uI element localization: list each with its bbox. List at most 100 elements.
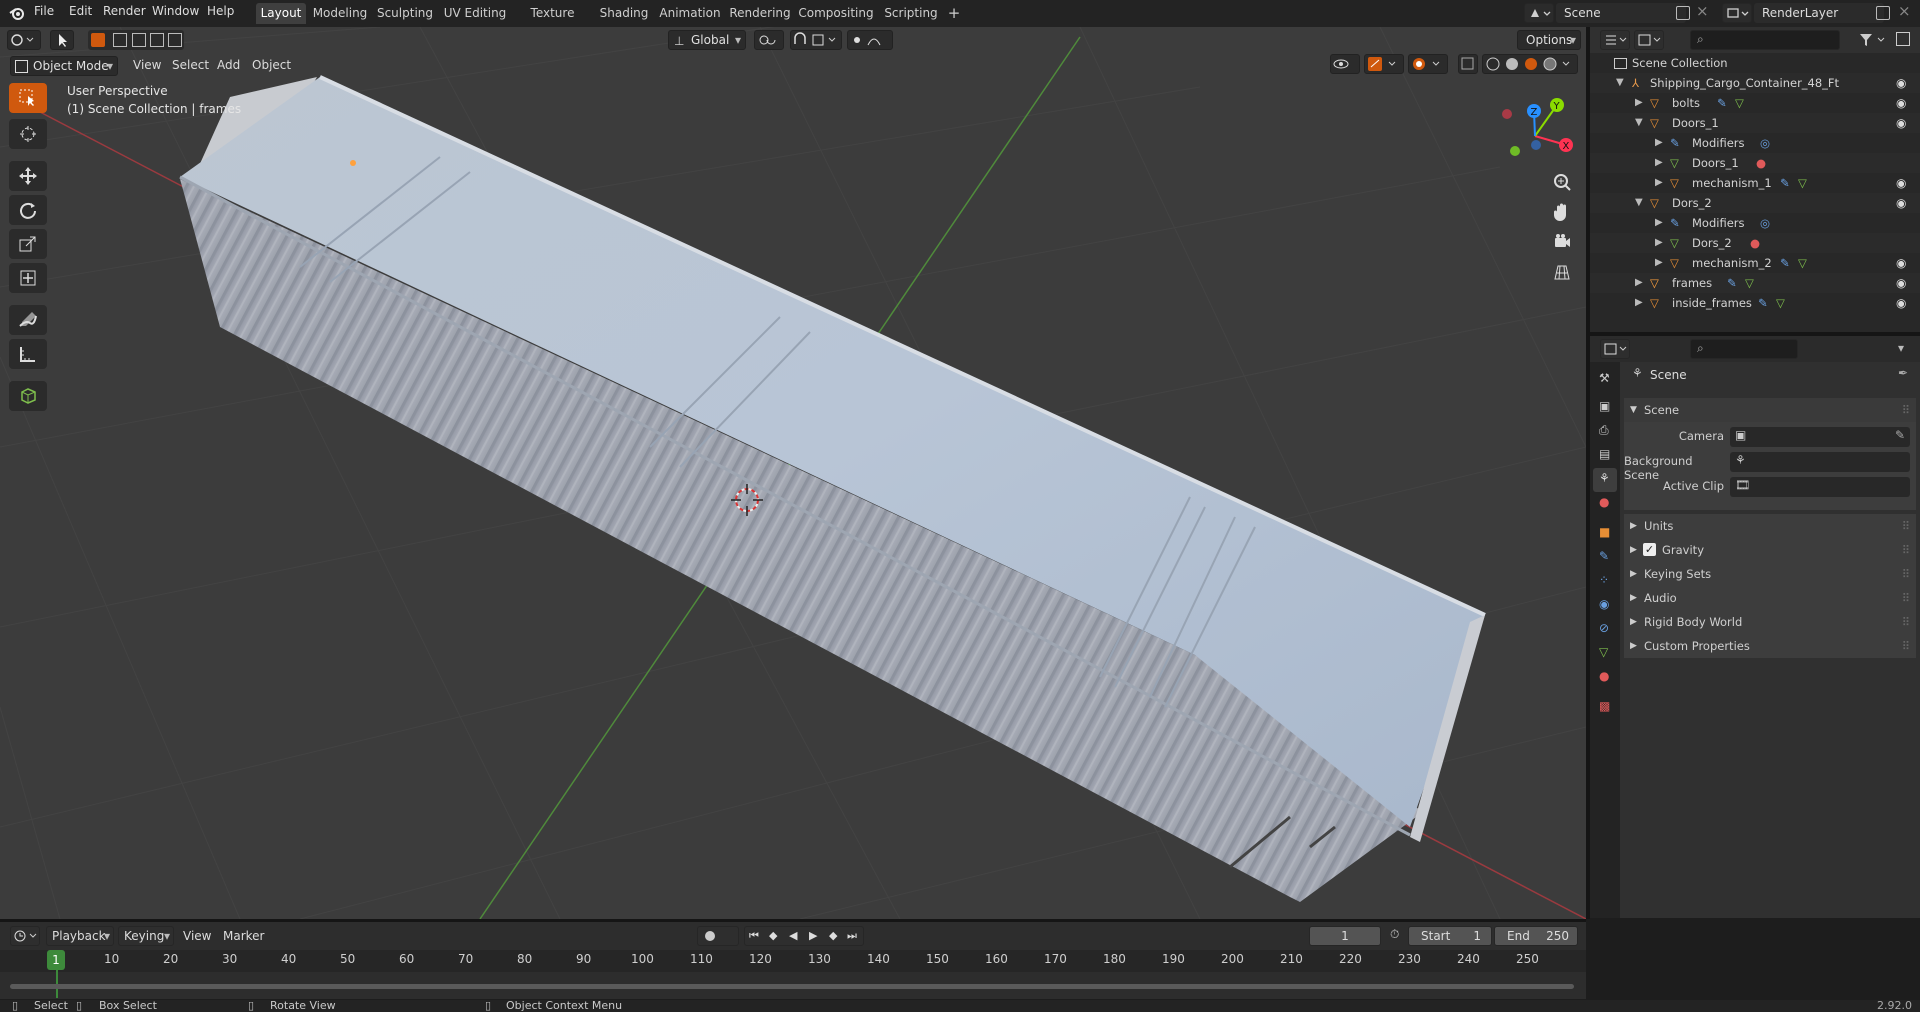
tab-layout[interactable]: Layout	[256, 3, 306, 24]
viewport-menu-select[interactable]: Select	[172, 58, 209, 72]
keying-sets-panel[interactable]: ▶ Keying Sets ⠿	[1624, 562, 1916, 586]
outliner-row-doors-1-mesh[interactable]: ▶ ▽ Doors_1 ●	[1590, 153, 1920, 173]
outliner-row-inside-frames[interactable]: ▶ ▽ inside_frames ✎ ▽	[1590, 293, 1920, 313]
gizmo-toggle[interactable]	[1364, 54, 1404, 74]
tab-particles[interactable]: ⁘	[1593, 570, 1617, 594]
properties-editor-type-button[interactable]	[1600, 339, 1630, 359]
select-tool-mode-icon[interactable]	[50, 30, 74, 50]
overlays-toggle[interactable]	[1408, 54, 1448, 74]
chevron-right-icon[interactable]: ▶	[1655, 233, 1663, 253]
next-keyframe-icon[interactable]: ◆	[829, 927, 837, 945]
tab-render[interactable]: ▣	[1593, 396, 1617, 420]
drag-handle-icon[interactable]: ⠿	[1902, 514, 1910, 538]
outliner-row-dors-2-mesh[interactable]: ▶ ▽ Dors_2 ●	[1590, 233, 1920, 253]
tool-transform[interactable]	[9, 263, 47, 293]
eye-icon[interactable]: ◉	[1896, 176, 1906, 190]
eye-icon[interactable]: ◉	[1896, 256, 1906, 270]
view-layer-field[interactable]: RenderLayer	[1754, 3, 1884, 23]
current-frame-field[interactable]: 1	[1309, 926, 1381, 946]
camera-view-icon[interactable]	[1549, 229, 1575, 255]
tool-scale[interactable]	[9, 229, 47, 259]
tab-tool[interactable]: ⚒	[1593, 368, 1617, 392]
visibility-selector[interactable]	[1330, 54, 1360, 74]
tab-scripting[interactable]: Scripting	[880, 3, 942, 24]
tab-view-layer[interactable]: ▤	[1593, 444, 1617, 468]
tab-uv-editing[interactable]: UV Editing	[441, 3, 509, 24]
timeline-menu-view[interactable]: View	[183, 929, 211, 943]
play-icon[interactable]: ▶	[809, 927, 817, 945]
chevron-down-icon[interactable]: ▼	[1616, 73, 1624, 93]
eye-icon[interactable]: ◉	[1896, 296, 1906, 310]
outliner-row-dors-2[interactable]: ▼ ▽ Dors_2	[1590, 193, 1920, 213]
tab-modeling[interactable]: Modeling	[311, 3, 369, 24]
drag-handle-icon[interactable]: ⠿	[1902, 586, 1910, 610]
drag-handle-icon[interactable]: ⠿	[1902, 634, 1910, 658]
outliner-editor-type-button[interactable]	[1600, 30, 1630, 50]
end-frame-field[interactable]: End 250	[1494, 926, 1578, 946]
display-mode-button[interactable]	[1634, 30, 1664, 50]
tab-output[interactable]: ⎙	[1593, 420, 1617, 444]
tab-world[interactable]: ●	[1593, 492, 1617, 516]
outliner-row-mechanism-2[interactable]: ▶ ▽ mechanism_2 ✎ ▽	[1590, 253, 1920, 273]
camera-field[interactable]: ▣ ✎	[1730, 427, 1910, 447]
invert-selection-icon[interactable]	[150, 33, 164, 47]
tool-measure[interactable]	[9, 339, 47, 369]
tab-data[interactable]: ▽	[1593, 642, 1617, 666]
scene-panel-header[interactable]: ▼ Scene ⠿	[1624, 398, 1916, 422]
viewport-scene[interactable]	[0, 27, 1586, 919]
proportional-edit-toggle[interactable]	[847, 30, 893, 50]
outliner-row-modifiers[interactable]: ▶ ✎ Modifiers ◎	[1590, 213, 1920, 233]
tab-animation[interactable]: Animation	[657, 3, 723, 24]
chevron-right-icon[interactable]: ▶	[1635, 293, 1643, 313]
chevron-right-icon[interactable]: ▶	[1655, 253, 1663, 273]
jump-end-icon[interactable]: ⏭	[847, 927, 857, 945]
jump-start-icon[interactable]: ⏮	[749, 927, 759, 945]
new-collection-icon[interactable]	[1896, 32, 1910, 46]
outliner-search-input[interactable]: ⌕	[1690, 30, 1840, 50]
tab-object[interactable]: ■	[1593, 522, 1617, 546]
outliner-row-scene-collection[interactable]: Scene Collection	[1590, 53, 1920, 73]
tool-move[interactable]	[9, 161, 47, 191]
intersect-selection-icon[interactable]	[168, 33, 182, 47]
auto-keying-toggle[interactable]	[697, 926, 739, 946]
perspective-toggle-icon[interactable]	[1549, 259, 1575, 285]
snap-toggle[interactable]	[790, 30, 842, 50]
rigid-body-world-panel[interactable]: ▶ Rigid Body World ⠿	[1624, 610, 1916, 634]
set-new-selection-icon[interactable]	[91, 33, 105, 47]
background-scene-field[interactable]: ⚘	[1730, 452, 1910, 472]
drag-handle-icon[interactable]: ⠿	[1902, 562, 1910, 586]
scene-selector-icon[interactable]	[1524, 3, 1554, 23]
chevron-right-icon[interactable]: ▶	[1635, 273, 1643, 293]
prev-keyframe-icon[interactable]: ◆	[769, 927, 777, 945]
playback-dropdown[interactable]: Playback ▾	[46, 926, 114, 946]
menu-window[interactable]: Window	[152, 4, 199, 18]
new-scene-icon[interactable]	[1676, 6, 1690, 20]
menu-render[interactable]: Render	[103, 4, 146, 18]
outliner-row-shipping-container[interactable]: ▼ ⅄ Shipping_Cargo_Container_48_Ft	[1590, 73, 1920, 93]
tab-rendering[interactable]: Rendering	[728, 3, 792, 24]
options-dropdown[interactable]: Options ▾	[1517, 30, 1581, 50]
tool-annotate[interactable]	[9, 305, 47, 335]
outliner-row-mechanism-1[interactable]: ▶ ▽ mechanism_1 ✎ ▽	[1590, 173, 1920, 193]
start-frame-field[interactable]: Start 1	[1408, 926, 1492, 946]
eye-icon[interactable]: ◉	[1896, 96, 1906, 110]
chevron-right-icon[interactable]: ▶	[1655, 173, 1663, 193]
add-workspace-button[interactable]: +	[944, 3, 964, 24]
timeline-scrollbar[interactable]	[10, 984, 1574, 989]
pan-hand-icon[interactable]	[1549, 199, 1575, 225]
timeline-editor-type-button[interactable]	[10, 926, 40, 946]
chevron-down-icon[interactable]: ▼	[1635, 113, 1643, 133]
menu-help[interactable]: Help	[207, 4, 234, 18]
subtract-selection-icon[interactable]	[132, 33, 146, 47]
eye-icon[interactable]: ◉	[1896, 76, 1906, 90]
tool-select-box[interactable]	[9, 83, 47, 113]
playback-controls[interactable]: ⏮ ◆ ◀ ▶ ◆ ⏭	[744, 926, 864, 946]
3d-viewport[interactable]: Object Mode ▾ View Select Add Object ⊥ G…	[0, 27, 1586, 919]
viewport-menu-object[interactable]: Object	[252, 58, 291, 72]
outliner-row-modifiers[interactable]: ▶ ✎ Modifiers ◎	[1590, 133, 1920, 153]
viewport-menu-add[interactable]: Add	[217, 58, 240, 72]
outliner-row-bolts[interactable]: ▶ ▽ bolts ✎ ▽	[1590, 93, 1920, 113]
gravity-panel[interactable]: ▶ ✓ Gravity ⠿	[1624, 538, 1916, 562]
mode-dropdown[interactable]: Object Mode ▾	[10, 56, 118, 76]
chevron-down-icon[interactable]: ▼	[1635, 193, 1643, 213]
